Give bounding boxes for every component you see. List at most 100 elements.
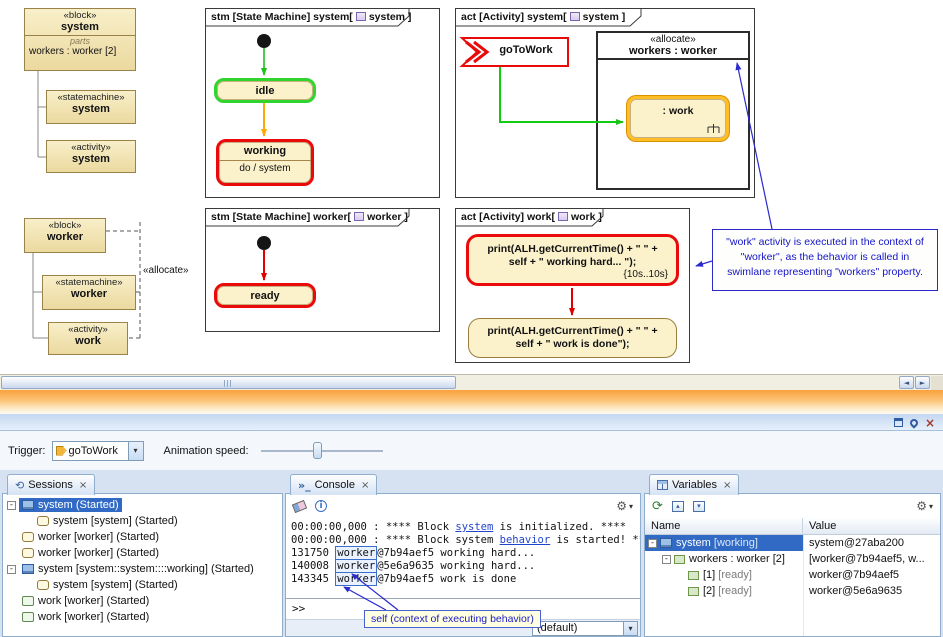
variable-row[interactable]: [1] [ready]worker@7b94aef5 xyxy=(645,567,940,583)
tab-sessions[interactable]: ⟲ Sessions × xyxy=(7,474,95,495)
console-options-button[interactable]: ⚙ ▾ xyxy=(616,500,633,512)
close-icon[interactable]: × xyxy=(79,480,87,491)
column-header-name[interactable]: Name xyxy=(645,518,803,534)
tree-expander-icon[interactable]: - xyxy=(7,501,16,510)
work-call-behavior-action[interactable]: : work xyxy=(627,96,729,141)
tree-expander-icon[interactable]: - xyxy=(7,565,16,574)
activity-work-name: work xyxy=(49,335,127,347)
variables-table-header: Name Value xyxy=(645,518,940,535)
allocate-label: «allocate» xyxy=(143,265,189,276)
close-icon[interactable]: × xyxy=(723,480,731,491)
ready-state[interactable]: ready xyxy=(214,283,316,308)
scroll-right-icon: ► xyxy=(920,379,925,387)
rake-icon xyxy=(707,124,720,134)
clear-console-icon[interactable] xyxy=(292,499,307,512)
print-working-action[interactable]: print(ALH.getCurrentTime() + " " + self … xyxy=(466,234,679,286)
console-tab-label: Console xyxy=(315,479,355,491)
act-icon xyxy=(22,612,34,622)
monitor-icon xyxy=(660,538,672,548)
tab-console[interactable]: »_ Console × xyxy=(290,474,377,495)
scrollbar-thumb[interactable] xyxy=(1,376,456,389)
block-worker-name: worker xyxy=(25,231,105,243)
dropdown-arrow-icon[interactable]: ▾ xyxy=(128,442,143,460)
session-tree-item[interactable]: -system [system::system::::working] (Sta… xyxy=(3,561,282,577)
statemachine-system-node[interactable]: «statemachine» system xyxy=(46,90,136,124)
pin-icon[interactable] xyxy=(908,417,919,428)
session-label: worker [worker] (Started) xyxy=(38,547,159,559)
console-object-ref[interactable]: worker xyxy=(335,572,377,586)
slider-thumb[interactable] xyxy=(313,442,322,459)
scroll-right-button[interactable]: ► xyxy=(915,376,930,389)
block-worker-node[interactable]: «block» worker xyxy=(24,218,106,253)
expand-all-icon[interactable]: ▴ xyxy=(676,502,680,510)
variable-name: [2] [ready] xyxy=(703,585,752,597)
part-icon xyxy=(688,571,699,580)
console-link[interactable]: system xyxy=(455,521,493,533)
tree-expander-icon[interactable]: - xyxy=(662,555,671,564)
console-link[interactable]: behavior xyxy=(500,534,551,546)
variable-name: workers : worker [2] xyxy=(689,553,785,565)
restore-icon[interactable] xyxy=(894,418,903,427)
close-icon[interactable]: × xyxy=(925,417,935,429)
session-tree-item[interactable]: work [worker] (Started) xyxy=(3,593,282,609)
refresh-icon[interactable]: ⟳ xyxy=(652,500,663,513)
tab-variables[interactable]: Variables × xyxy=(649,474,739,495)
stm-worker-frame-title: stm [State Machine] worker[worker ] xyxy=(207,209,412,225)
console-text: is initialized. **** xyxy=(493,521,626,533)
gotowork-accept-event[interactable]: goToWork xyxy=(486,44,566,56)
stm-worker-frame[interactable] xyxy=(205,208,440,332)
animation-speed-slider[interactable] xyxy=(261,441,383,460)
dropdown-arrow-icon[interactable]: ▾ xyxy=(623,622,637,635)
trigger-dropdown[interactable]: goToWork ▾ xyxy=(52,441,144,461)
idle-state[interactable]: idle xyxy=(214,78,316,103)
print-done-action[interactable]: print(ALH.getCurrentTime() + " " + self … xyxy=(468,318,677,358)
variable-row[interactable]: -system [working]system@27aba200 xyxy=(645,535,940,551)
console-object-ref[interactable]: worker xyxy=(335,559,377,573)
console-line: 00:00:00,000 : **** Block system is init… xyxy=(291,521,635,534)
console-tabbar: »_ Console × xyxy=(285,472,641,494)
console-text: 00:00:00,000 : **** Block xyxy=(291,521,455,533)
collapse-all-icon[interactable]: ▾ xyxy=(697,502,701,510)
column-header-value[interactable]: Value xyxy=(803,520,836,532)
scroll-left-button[interactable]: ◄ xyxy=(899,376,914,389)
console-text: 143345 xyxy=(291,573,335,585)
simulation-toolbar: Trigger: goToWork ▾ Animation speed: xyxy=(0,431,943,470)
variables-icon xyxy=(657,480,668,490)
session-tree-item[interactable]: -system (Started) xyxy=(3,497,282,513)
sm-icon xyxy=(37,580,49,590)
block-system-node[interactable]: «block» system parts workers : worker [2… xyxy=(24,8,136,71)
statemachine-stereotype: «statemachine» xyxy=(47,91,135,103)
statemachine-worker-node[interactable]: «statemachine» worker xyxy=(42,275,136,310)
console-text: @5e6a9635 working hard... xyxy=(377,560,535,572)
working-state[interactable]: working do / system xyxy=(216,139,314,186)
session-tree-item[interactable]: system [system] (Started) xyxy=(3,513,282,529)
variables-options-button[interactable]: ⚙ ▾ xyxy=(916,500,933,512)
console-scope-dropdown[interactable]: (default) ▾ xyxy=(532,621,638,636)
session-tree-item[interactable]: worker [worker] (Started) xyxy=(3,529,282,545)
idle-state-label: idle xyxy=(256,85,275,97)
diagram-h-scrollbar[interactable]: ◄ ► xyxy=(0,374,943,390)
swimlane-name: workers : worker xyxy=(598,45,748,57)
monitor-icon xyxy=(22,500,34,510)
session-label: system [system] (Started) xyxy=(53,579,178,591)
variables-tab-label: Variables xyxy=(672,479,717,491)
session-tree-item[interactable]: system [system] (Started) xyxy=(3,577,282,593)
console-output[interactable]: 00:00:00,000 : **** Block system is init… xyxy=(286,518,640,598)
sessions-tabbar: ⟲ Sessions × xyxy=(2,472,283,494)
work-action-label: : work xyxy=(630,99,726,118)
activity-work-node[interactable]: «activity» work xyxy=(48,322,128,355)
diagram-canvas[interactable]: «block» system parts workers : worker [2… xyxy=(0,0,943,374)
session-tree-item[interactable]: worker [worker] (Started) xyxy=(3,545,282,561)
variable-row[interactable]: [2] [ready]worker@5e6a9635 xyxy=(645,583,940,599)
close-icon[interactable]: × xyxy=(361,480,369,491)
variable-row[interactable]: -workers : worker [2][worker@7b94aef5, w… xyxy=(645,551,940,567)
info-icon[interactable]: i xyxy=(315,500,327,512)
slider-track xyxy=(261,450,383,452)
console-object-ref[interactable]: worker xyxy=(335,546,377,560)
print-working-line2: self + " working hard... "); xyxy=(469,256,676,269)
activity-system-node[interactable]: «activity» system xyxy=(46,140,136,173)
session-tree-item[interactable]: work [worker] (Started) xyxy=(3,609,282,625)
parts-compartment-label: parts xyxy=(25,36,135,46)
parts-compartment-value: workers : worker [2] xyxy=(25,46,135,57)
tree-expander-icon[interactable]: - xyxy=(648,539,657,548)
